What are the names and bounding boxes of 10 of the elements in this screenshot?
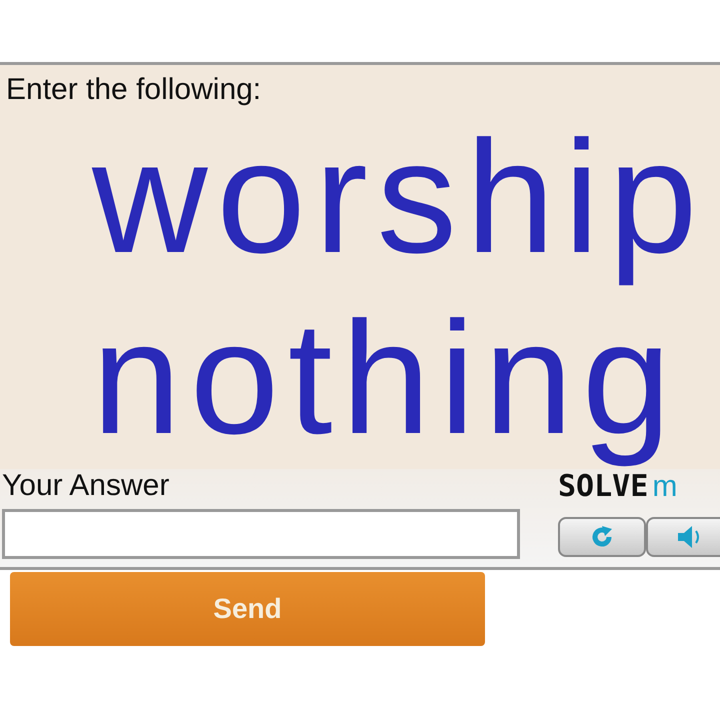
logo-text: m bbox=[652, 470, 678, 504]
answer-field[interactable] bbox=[2, 508, 520, 559]
captcha-word: worship bbox=[92, 107, 706, 288]
send-button[interactable]: Send bbox=[10, 572, 485, 646]
prompt-label: Enter the following: bbox=[5, 72, 262, 107]
captcha-word: nothing bbox=[92, 288, 680, 469]
audio-button[interactable] bbox=[646, 516, 720, 557]
logo-text: SOLVE bbox=[558, 468, 648, 504]
refresh-button[interactable] bbox=[558, 516, 646, 557]
answer-label: Your Answer bbox=[1, 468, 170, 503]
